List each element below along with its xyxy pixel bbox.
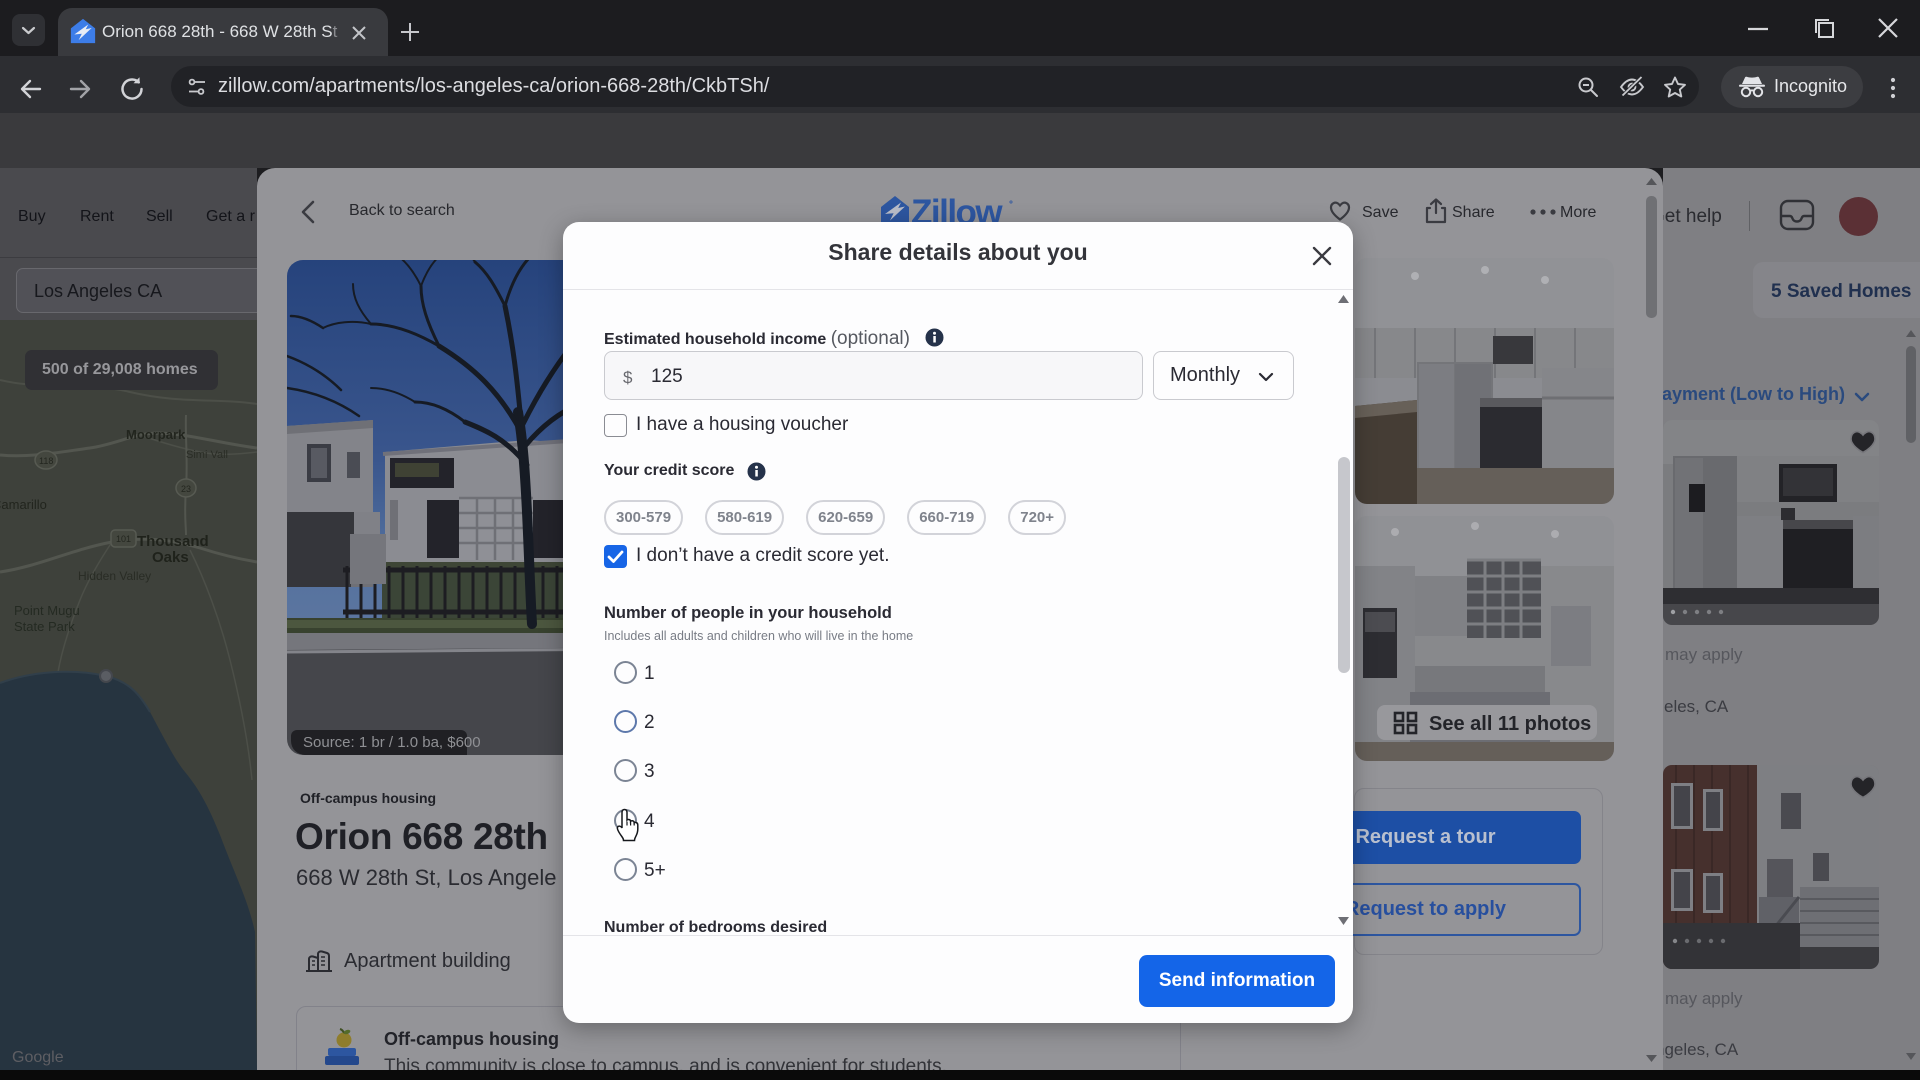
- svg-text:State Park: State Park: [14, 619, 75, 634]
- svg-text:23: 23: [181, 484, 191, 494]
- svg-text:Thousand: Thousand: [137, 533, 209, 550]
- svg-text:118: 118: [39, 456, 53, 466]
- svg-text:Simi Vall: Simi Vall: [186, 449, 228, 461]
- svg-text:Google: Google: [12, 1049, 64, 1066]
- svg-text:Camarillo: Camarillo: [0, 497, 47, 512]
- svg-text:Hidden Valley: Hidden Valley: [78, 569, 151, 583]
- svg-text:Point Mugu: Point Mugu: [14, 603, 80, 618]
- svg-text:Moorpark: Moorpark: [126, 427, 186, 442]
- svg-text:Oaks: Oaks: [152, 549, 189, 566]
- svg-text:101: 101: [116, 534, 131, 544]
